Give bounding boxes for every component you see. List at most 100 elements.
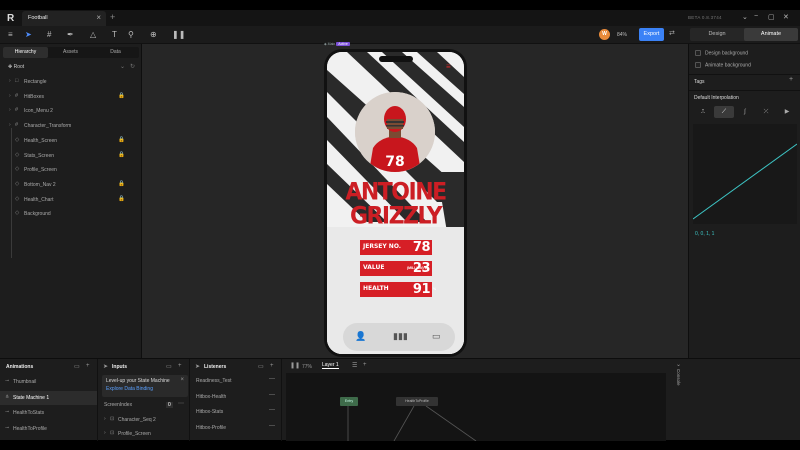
add-layer-icon[interactable]: + [363,362,367,368]
listener-item[interactable]: Hitbox-Profile — [190,421,281,435]
curve-values[interactable]: 0, 0, 1, 1 [695,231,714,237]
listener-item[interactable]: Hitbox-Stats — [190,405,281,419]
cubic-interp-icon[interactable]: ∫ [735,106,755,118]
design-background-toggle[interactable]: Design background [695,50,748,56]
frame-tool-icon[interactable]: # [47,30,51,40]
remove-icon[interactable]: — [269,392,275,398]
remove-icon[interactable]: — [269,407,275,413]
layer-row[interactable]: › # Character_Transform [0,119,142,133]
graph-node-health-to-profile[interactable]: HealthToProfile [396,397,438,406]
play-interp-icon[interactable]: ▶ [777,106,797,118]
animation-item[interactable]: ⊸ HealthToProfile [0,422,97,436]
folder-icon[interactable]: ▭ [258,363,264,370]
zoom-level[interactable]: 84% [617,32,627,38]
folder-icon[interactable]: ▭ [166,363,172,370]
chevron-right-icon[interactable]: › [9,122,11,128]
document-tab[interactable]: Football × [22,11,106,26]
hold-interp-icon[interactable]: ⎍ [693,106,713,118]
animation-item[interactable]: ⋔ State Machine 1 [0,390,97,405]
tip-link[interactable]: Explore Data Binding [106,386,153,392]
close-icon[interactable]: × [180,377,184,383]
state-graph[interactable]: Entry HealthToProfile [286,373,666,441]
layer-row[interactable]: ◇ Profile_Screen [0,163,142,177]
close-window-icon[interactable]: ✕ [783,13,789,21]
chevron-down-icon[interactable]: ⌄ [120,63,125,70]
chevron-right-icon[interactable]: › [9,107,11,113]
tab-design[interactable]: Design [690,28,744,41]
bone-tool-icon[interactable]: ⚲ [128,30,134,40]
more-icon[interactable]: ⋯ [178,400,184,407]
add-icon[interactable]: ⊕ [150,30,157,40]
pen-tool-icon[interactable]: ✒ [67,30,74,40]
hamburger-icon[interactable]: ≡ [446,62,451,71]
lock-icon[interactable]: 🔒 [118,181,125,187]
swap-icon[interactable]: ⇄ [669,29,675,37]
layer-row[interactable]: ◇ Background [0,207,142,221]
checkbox[interactable] [695,50,701,56]
listener-item[interactable]: Readiness_Test — [190,374,281,388]
layers-icon[interactable]: ☰ [352,362,357,369]
folder-icon[interactable]: ▭ [74,363,80,370]
layer-row[interactable]: ◇ Bottom_Nav 2 🔒 [0,178,142,192]
maximize-icon[interactable]: ▢ [768,13,775,21]
battery-icon[interactable]: ▭ [432,331,441,342]
pause-icon[interactable]: ❚❚ [172,30,185,40]
export-button[interactable]: Export [639,28,664,41]
text-tool-icon[interactable]: T [112,30,117,40]
shape-tool-icon[interactable]: △ [90,30,96,40]
layer-row[interactable]: ◇ Health_Screen 🔒 [0,134,142,148]
pause-icon[interactable]: ❚❚ [290,362,300,369]
tab-hierarchy[interactable]: Hierarchy [3,47,48,58]
layer-row[interactable]: ◇ Health_Chart 🔒 [0,193,142,207]
close-tab-icon[interactable]: × [96,13,101,22]
layer-row[interactable]: › # Icon_Menu 2 [0,104,142,118]
layer-row[interactable]: › # HitBoxes 🔒 [0,90,142,104]
lock-icon[interactable]: 🔒 [118,196,125,202]
chevron-down-icon[interactable]: ⌄ [742,13,748,21]
remove-icon[interactable]: — [269,376,275,382]
tab-data[interactable]: Data [93,47,138,58]
lock-icon[interactable]: 🔒 [118,93,125,99]
chevron-down-icon[interactable]: ⌄ [676,361,681,368]
graph-zoom[interactable]: 77% [302,364,312,370]
chevron-right-icon[interactable]: › [104,430,106,436]
select-tool-icon[interactable]: ➤ [25,30,32,40]
tab-assets[interactable]: Assets [48,47,93,58]
layer-row[interactable]: ◇ Stats_Screen 🔒 [0,149,142,163]
chevron-right-icon[interactable]: › [9,93,11,99]
linear-interp-icon[interactable]: ⟋ [714,106,734,118]
animation-item[interactable]: ⊸ HealthToStats [0,406,97,420]
app-logo-icon[interactable]: R [7,13,14,24]
add-tag-icon[interactable]: + [789,76,793,83]
artboard-label[interactable]: ◈ Main Active [324,42,350,46]
chevron-right-icon[interactable]: › [9,78,11,84]
elastic-interp-icon[interactable]: ⤫ [756,106,776,118]
chevron-right-icon[interactable]: › [104,416,106,422]
minimize-icon[interactable]: − [754,13,758,20]
interpolation-curve[interactable] [693,124,797,224]
refresh-icon[interactable]: ↻ [130,63,135,70]
animation-item[interactable]: ⊸ Thumbnail [0,375,97,389]
add-listener-icon[interactable]: + [270,363,274,369]
lock-icon[interactable]: 🔒 [118,137,125,143]
tab-layer-1[interactable]: Layer 1 [322,362,339,369]
input-value[interactable]: 0 [166,402,173,408]
graph-node-entry[interactable]: Entry [340,397,358,406]
root-row[interactable]: ✥ Root [8,64,24,70]
layer-row[interactable]: › □ Rectangle [0,75,142,89]
avatar[interactable]: W [599,29,610,40]
tab-animate[interactable]: Animate [744,28,798,41]
lock-icon[interactable]: 🔒 [118,152,125,158]
input-item[interactable]: › ⊡ Character_Seq 2 [98,413,190,427]
menu-icon[interactable]: ≡ [8,30,13,40]
phone-artboard[interactable]: ≡ 78 ANTOINE GRIZZLY JERSEY NO. 78 VALUE (M… [324,49,467,357]
input-item[interactable]: ScreenIndex 0 ⋯ [98,398,190,412]
console-tab[interactable]: Console [673,369,681,429]
add-input-icon[interactable]: + [178,363,182,369]
profile-icon[interactable]: 👤 [355,331,366,342]
stats-icon[interactable]: ▮▮▮ [393,331,408,342]
animate-background-toggle[interactable]: Animate background [695,62,751,68]
new-tab-icon[interactable]: + [110,12,115,22]
remove-icon[interactable]: — [269,423,275,429]
input-item[interactable]: › ⊡ Profile_Screen [98,427,190,441]
